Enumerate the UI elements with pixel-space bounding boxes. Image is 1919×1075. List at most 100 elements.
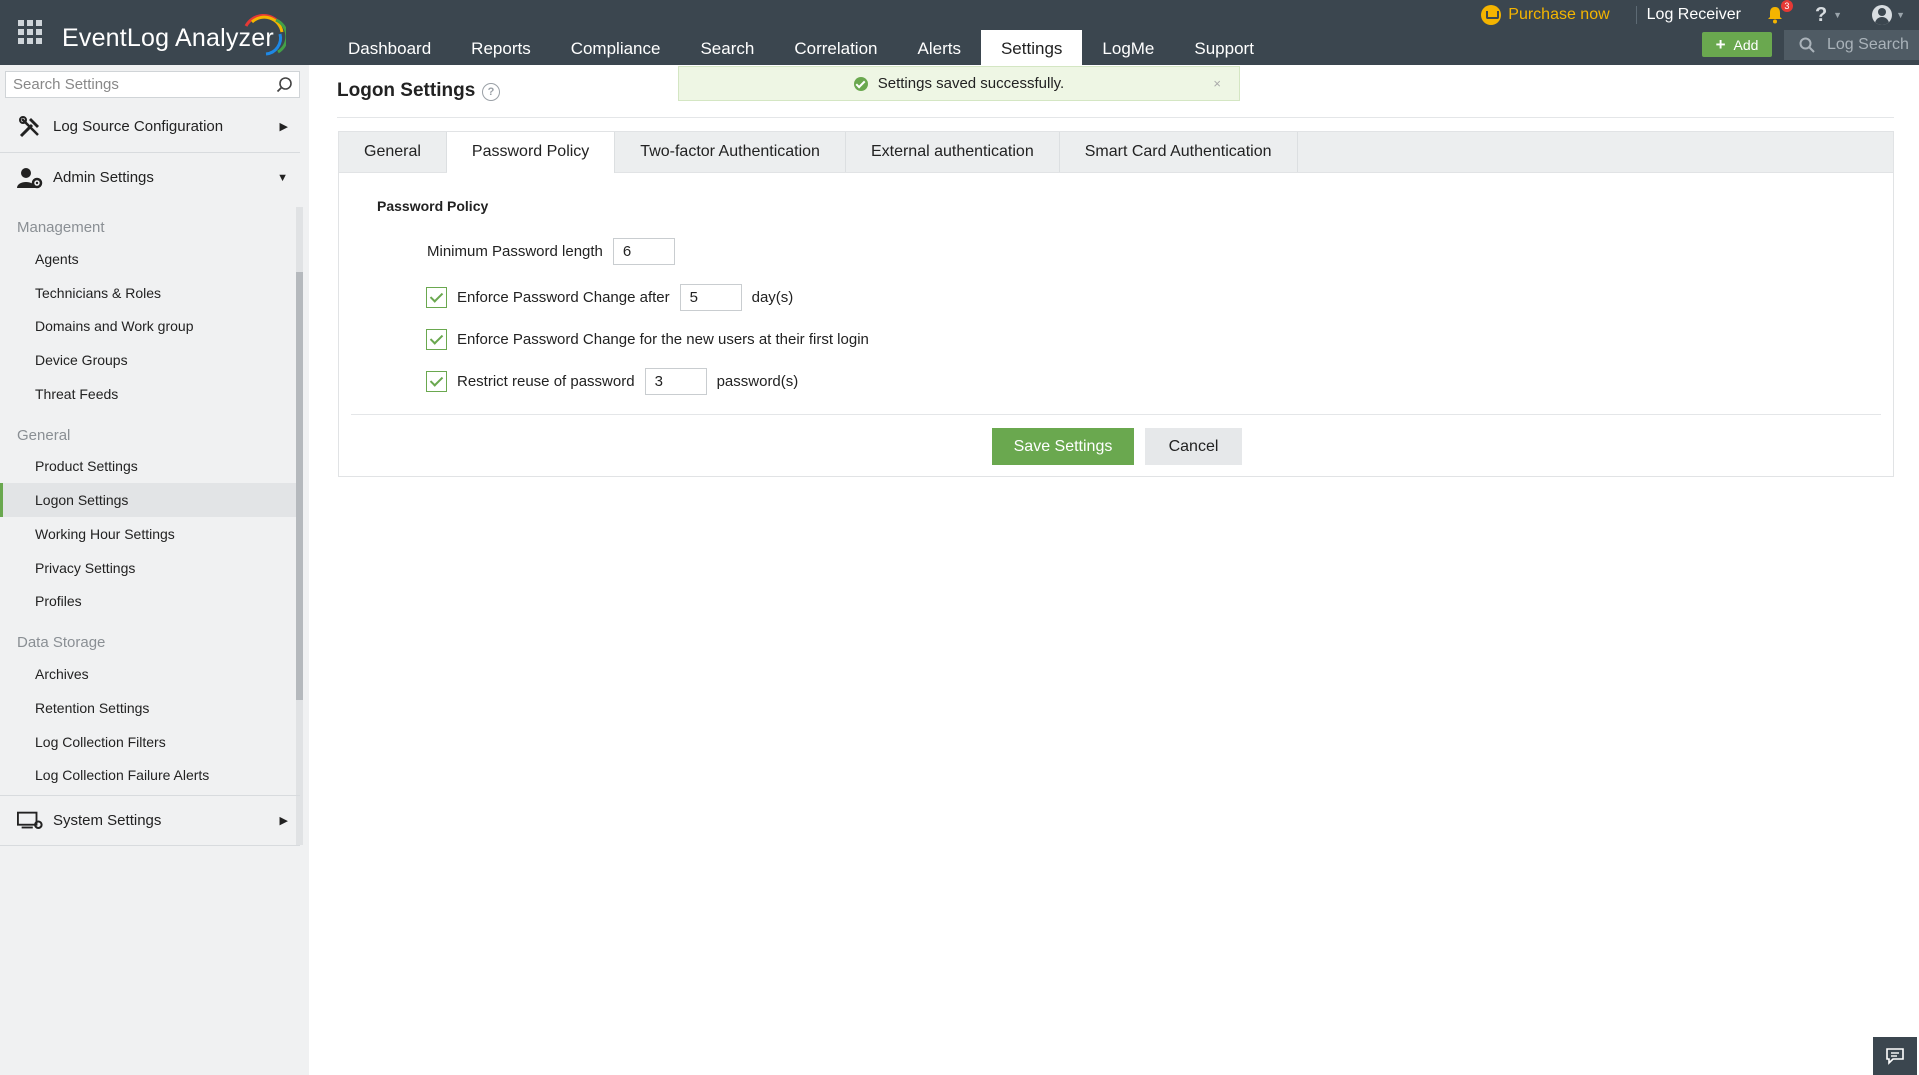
sidebar-item-technicians-roles[interactable]: Technicians & Roles <box>0 276 296 310</box>
group-label-data-storage: Data Storage <box>17 634 106 651</box>
sidebar-item-retention-settings[interactable]: Retention Settings <box>0 691 296 725</box>
enforce-change-checkbox[interactable] <box>426 287 447 308</box>
tab-smart-card-authentication[interactable]: Smart Card Authentication <box>1060 132 1298 172</box>
tab-general[interactable]: General <box>339 132 447 172</box>
enforce-change-label: Enforce Password Change after <box>457 289 670 306</box>
title-divider <box>337 117 1894 118</box>
notification-count-badge: 3 <box>1780 0 1793 12</box>
top-bar: EventLog Analyzer Dashboard Reports Comp… <box>0 0 1919 65</box>
sidebar-item-working-hour-settings[interactable]: Working Hour Settings <box>0 517 296 551</box>
log-search-placeholder: Log Search <box>1827 36 1909 53</box>
plus-icon: + <box>1715 34 1726 54</box>
restrict-reuse-input[interactable]: 3 <box>644 368 707 395</box>
nav-tab-alerts[interactable]: Alerts <box>898 30 981 65</box>
section-log-source-label: Log Source Configuration <box>53 118 224 135</box>
settings-search-input[interactable]: Search Settings <box>5 71 300 98</box>
logo-arc-icon <box>244 13 286 56</box>
settings-search-placeholder: Search Settings <box>13 76 119 93</box>
restrict-reuse-checkbox[interactable] <box>426 371 447 392</box>
help-icon[interactable]: ? <box>1815 4 1827 27</box>
cancel-button[interactable]: Cancel <box>1145 428 1242 465</box>
restrict-reuse-unit: password(s) <box>716 373 799 390</box>
section-admin-label: Admin Settings <box>53 169 154 186</box>
sidebar-item-threat-feeds[interactable]: Threat Feeds <box>0 377 296 411</box>
bell-icon <box>1767 7 1782 24</box>
search-icon[interactable] <box>276 76 293 93</box>
chat-button[interactable] <box>1873 1037 1917 1075</box>
nav-tab-support[interactable]: Support <box>1174 30 1274 65</box>
form-divider <box>351 414 1881 415</box>
nav-tab-dashboard[interactable]: Dashboard <box>328 30 451 65</box>
log-receiver-link[interactable]: Log Receiver <box>1647 6 1741 24</box>
nav-tab-compliance[interactable]: Compliance <box>551 30 681 65</box>
sidebar-item-agents[interactable]: Agents <box>0 242 296 276</box>
chat-icon <box>1886 1048 1904 1065</box>
help-chevron-down-icon[interactable]: ▼ <box>1833 10 1842 20</box>
tab-password-policy[interactable]: Password Policy <box>446 132 616 173</box>
check-circle-icon <box>853 76 868 91</box>
toast-message: Settings saved successfully. <box>877 75 1065 92</box>
notification-button[interactable]: 3 <box>1767 0 1793 24</box>
tools-icon <box>19 115 39 137</box>
nav-tab-correlation[interactable]: Correlation <box>774 30 897 65</box>
section-system-settings[interactable]: System Settings ▶ <box>0 796 300 845</box>
logon-settings-panel: General Password Policy Two-factor Authe… <box>338 131 1894 477</box>
close-icon[interactable]: × <box>1213 76 1221 91</box>
save-settings-button[interactable]: Save Settings <box>992 428 1134 465</box>
sidebar-item-device-groups[interactable]: Device Groups <box>0 343 296 377</box>
section-log-source-configuration[interactable]: Log Source Configuration ▶ <box>0 102 300 151</box>
min-length-input[interactable]: 6 <box>612 238 675 265</box>
sidebar: Search Settings Log Source Configuration… <box>0 65 309 1075</box>
main-nav: Dashboard Reports Compliance Search Corr… <box>328 30 1274 65</box>
nav-tab-settings[interactable]: Settings <box>980 30 1083 65</box>
section-admin-settings[interactable]: Admin Settings ▼ <box>0 153 300 202</box>
settings-tabs: General Password Policy Two-factor Authe… <box>339 132 1893 173</box>
enforce-change-row: Enforce Password Change after 5 day(s) <box>426 284 793 311</box>
user-chevron-down-icon[interactable]: ▼ <box>1896 10 1905 20</box>
cart-icon <box>1481 5 1502 25</box>
min-length-label: Minimum Password length <box>427 243 603 260</box>
restrict-reuse-label: Restrict reuse of password <box>457 373 635 390</box>
app-grid-icon[interactable] <box>18 20 42 44</box>
nav-tab-reports[interactable]: Reports <box>451 30 551 65</box>
sidebar-item-product-settings[interactable]: Product Settings <box>0 449 296 483</box>
tab-external-authentication[interactable]: External authentication <box>846 132 1060 172</box>
sidebar-item-profiles[interactable]: Profiles <box>0 584 296 618</box>
group-label-management: Management <box>17 219 105 236</box>
section-divider <box>0 845 300 846</box>
nav-tab-search[interactable]: Search <box>680 30 774 65</box>
sidebar-scrollbar-thumb[interactable] <box>296 272 303 700</box>
first-login-checkbox[interactable] <box>426 329 447 350</box>
sidebar-item-log-collection-filters[interactable]: Log Collection Filters <box>0 725 296 759</box>
purchase-label: Purchase now <box>1508 6 1610 23</box>
sidebar-item-archives[interactable]: Archives <box>0 657 296 691</box>
log-search-input[interactable]: Log Search <box>1784 30 1919 60</box>
sidebar-item-log-collection-failure-alerts[interactable]: Log Collection Failure Alerts <box>0 758 296 792</box>
min-length-row: Minimum Password length 6 <box>427 238 685 265</box>
add-button-label: Add <box>1733 36 1759 53</box>
caret-down-icon: ▼ <box>277 171 288 184</box>
enforce-change-unit: day(s) <box>751 289 794 306</box>
first-login-label: Enforce Password Change for the new user… <box>457 331 869 348</box>
help-question-icon[interactable]: ? <box>482 83 500 101</box>
enforce-change-days-input[interactable]: 5 <box>679 284 742 311</box>
sidebar-item-logon-settings[interactable]: Logon Settings <box>0 483 296 517</box>
purchase-link[interactable]: Purchase now <box>1481 5 1610 25</box>
sidebar-item-privacy-settings[interactable]: Privacy Settings <box>0 551 296 585</box>
success-toast: Settings saved successfully. × <box>678 66 1240 101</box>
caret-right-icon: ▶ <box>279 121 288 133</box>
first-login-row: Enforce Password Change for the new user… <box>426 329 869 350</box>
group-label-general: General <box>17 427 71 444</box>
restrict-reuse-row: Restrict reuse of password 3 password(s) <box>426 368 798 395</box>
tab-two-factor-authentication[interactable]: Two-factor Authentication <box>615 132 846 172</box>
caret-right-icon: ▶ <box>279 815 288 827</box>
page-title: Logon Settings <box>337 80 476 101</box>
password-policy-heading: Password Policy <box>377 198 489 214</box>
sidebar-item-domains-work-group[interactable]: Domains and Work group <box>0 309 296 343</box>
header-utilities: Purchase now Log Receiver 3 ? ▼ ▼ <box>1481 0 1919 30</box>
add-button[interactable]: + Add <box>1702 32 1772 57</box>
section-system-label: System Settings <box>53 812 162 829</box>
user-avatar-icon[interactable] <box>1872 5 1893 25</box>
header-divider <box>1635 6 1637 24</box>
nav-tab-logme[interactable]: LogMe <box>1082 30 1174 65</box>
